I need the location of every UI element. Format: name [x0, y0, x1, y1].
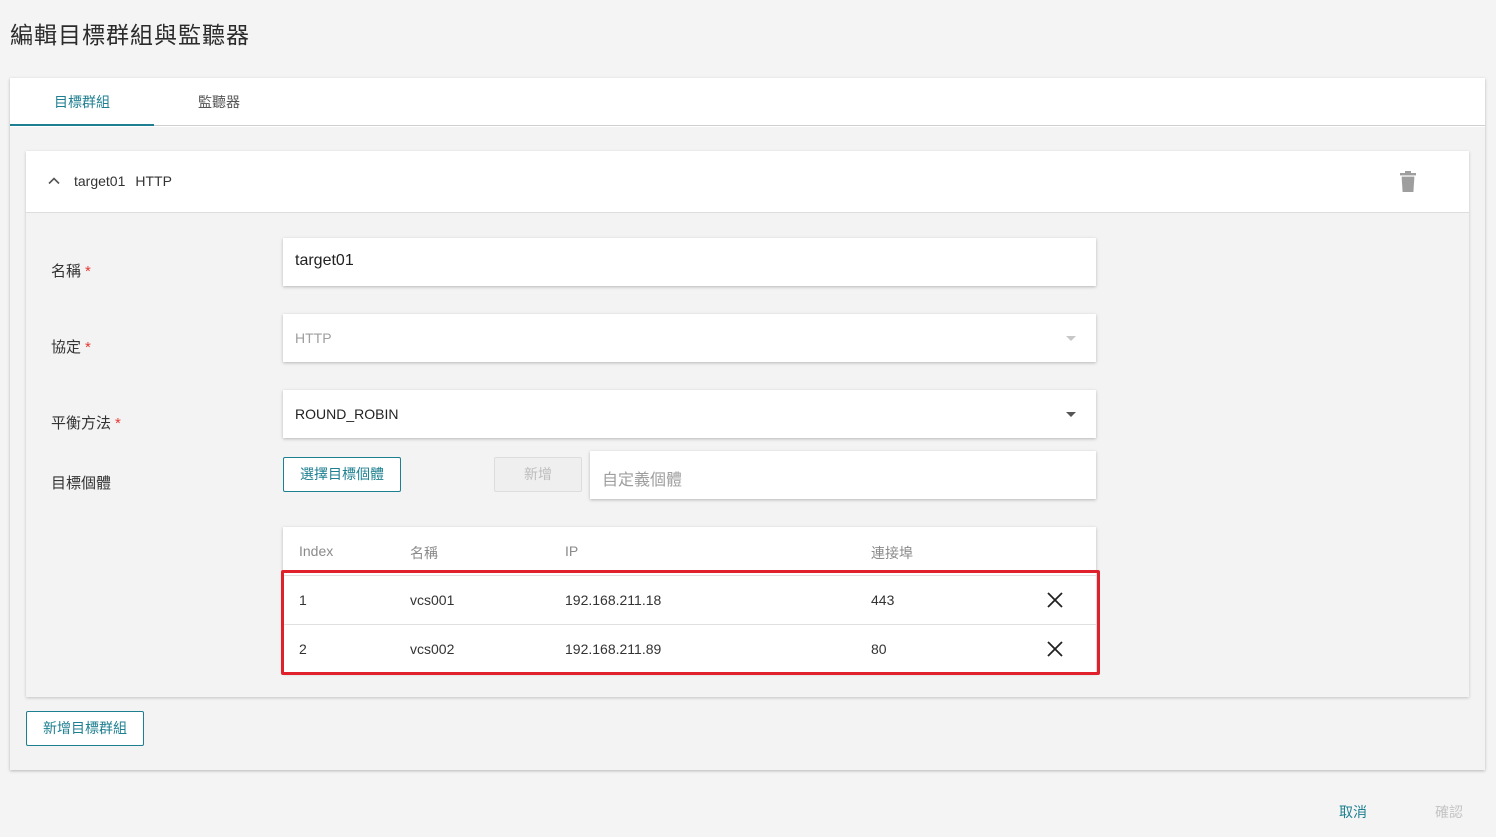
add-target-group-button[interactable]: 新增目標群組: [26, 711, 144, 746]
protocol-select[interactable]: HTTP: [283, 314, 1096, 362]
chevron-up-icon[interactable]: [46, 173, 62, 189]
confirm-button[interactable]: 確認: [1435, 802, 1463, 822]
target-group-header[interactable]: target01 HTTP: [26, 151, 1469, 213]
targets-label: 目標個體: [51, 475, 112, 492]
balance-method-select[interactable]: ROUND_ROBIN: [283, 390, 1096, 438]
dropdown-caret-icon: [1066, 412, 1076, 417]
highlight-box: [281, 570, 1100, 675]
target-group-name: target01: [74, 173, 126, 189]
header-ip: IP: [565, 543, 579, 559]
balance-method-label: 平衡方法 *: [51, 415, 121, 432]
protocol-label: 協定 *: [51, 339, 91, 356]
select-targets-button[interactable]: 選擇目標個體: [283, 457, 401, 492]
name-input[interactable]: target01: [283, 238, 1096, 286]
tab-bar: 目標群組 監聽器: [10, 78, 1485, 126]
header-index: Index: [299, 543, 334, 559]
name-label: 名稱 *: [51, 263, 91, 280]
protocol-select-value: HTTP: [295, 330, 332, 346]
balance-method-value: ROUND_ROBIN: [295, 406, 399, 422]
cancel-button[interactable]: 取消: [1339, 802, 1367, 822]
page-title: 編輯目標群組與監聽器: [10, 22, 250, 48]
dropdown-caret-icon: [1066, 336, 1076, 341]
target-group-title: target01 HTTP: [74, 173, 172, 189]
add-target-button[interactable]: 新增: [494, 457, 582, 492]
trash-icon[interactable]: [1399, 171, 1417, 193]
custom-target-input[interactable]: 自定義個體: [590, 451, 1096, 499]
target-group-protocol: HTTP: [135, 173, 172, 189]
tab-target-groups[interactable]: 目標群組: [10, 78, 154, 126]
tab-listeners[interactable]: 監聽器: [154, 78, 284, 126]
target-group-panel: target01 HTTP 名稱 * target01 協定 * HTTP 平衡方: [26, 151, 1469, 697]
header-name: 名稱: [410, 545, 438, 561]
custom-target-placeholder: 自定義個體: [602, 472, 683, 489]
main-card: 目標群組 監聽器 target01 HTTP 名稱 * target01 協定 …: [10, 78, 1485, 770]
header-port: 連接埠: [871, 545, 913, 561]
name-input-value: target01: [295, 252, 354, 269]
tab-content: target01 HTTP 名稱 * target01 協定 * HTTP 平衡方: [10, 127, 1485, 770]
